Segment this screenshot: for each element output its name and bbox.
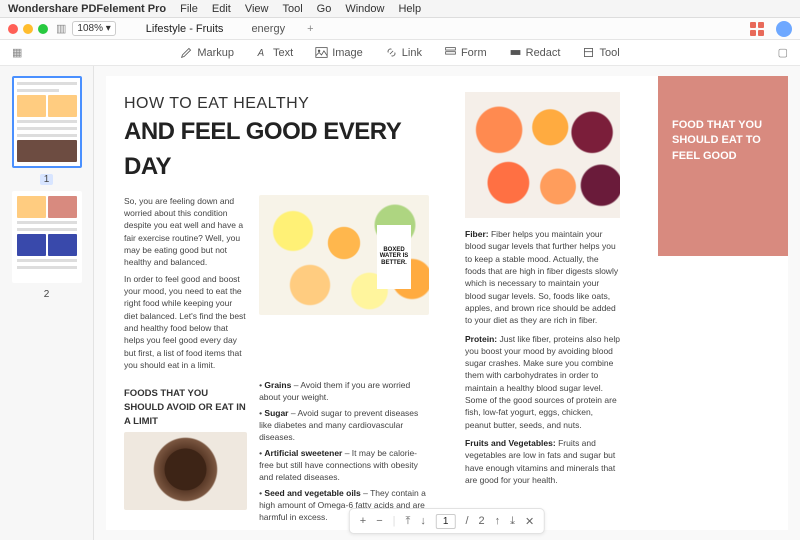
zoom-out-button[interactable]: − (376, 515, 382, 527)
window-titlebar: ▥ 108% ▾ Lifestyle - Fruits energy + (0, 18, 800, 40)
tool-link[interactable]: Link (385, 46, 422, 59)
window-controls (8, 24, 48, 34)
tool-redact[interactable]: Redact (509, 46, 561, 59)
user-avatar[interactable] (776, 21, 792, 37)
prev-page-button[interactable]: ↓ (420, 515, 426, 527)
total-pages: 2 (479, 515, 485, 527)
page2-pink-callout: FOOD THAT YOU SHOULD EAT TO FEEL GOOD (658, 76, 788, 256)
paragraph-fiber: Fiber: Fiber helps you maintain your blo… (465, 228, 620, 327)
maximize-icon[interactable] (38, 24, 48, 34)
close-icon[interactable] (8, 24, 18, 34)
apps-grid-icon[interactable] (750, 22, 764, 36)
menu-window[interactable]: Window (345, 3, 384, 15)
page-navigation-bar: + − | ⤒ ↓ 1 / 2 ↑ ⤓ ✕ (349, 508, 545, 534)
bullet-grains: • Grains – Avoid them if you are worried… (259, 379, 429, 404)
page1-intro1: So, you are feeling down and worried abo… (124, 195, 247, 269)
page-thumb-1[interactable] (12, 76, 82, 168)
menu-view[interactable]: View (245, 3, 269, 15)
last-page-button[interactable]: ⤓ (510, 515, 515, 528)
svg-text:A: A (257, 48, 265, 59)
zoom-in-button[interactable]: + (360, 515, 366, 527)
page-thumb-2[interactable] (12, 191, 82, 283)
citrus-image: BOXED WATER IS BETTER. (259, 195, 429, 315)
document-viewport[interactable]: HOW TO EAT HEALTHY AND FEEL GOOD EVERY D… (94, 66, 800, 540)
page-sep: / (465, 515, 468, 527)
menu-help[interactable]: Help (398, 3, 421, 15)
bullet-sugar: • Sugar – Avoid sugar to prevent disease… (259, 407, 429, 444)
zoom-select[interactable]: 108% ▾ (72, 21, 115, 36)
page1-kicker: HOW TO EAT HEALTHY (124, 92, 429, 115)
first-page-button[interactable]: ⤒ (406, 515, 411, 528)
tab-energy[interactable]: energy (245, 21, 291, 37)
menu-go[interactable]: Go (317, 3, 332, 15)
coffee-image (124, 432, 247, 510)
tool-tool[interactable]: Tool (582, 46, 619, 59)
page-number-2: 2 (40, 289, 54, 300)
tool-markup[interactable]: Markup (180, 46, 234, 59)
next-page-button[interactable]: ↑ (495, 515, 501, 527)
editor-toolbar: ▦ Markup AText Image Link Form Redact To… (0, 40, 800, 66)
tool-image[interactable]: Image (315, 46, 363, 59)
thumbnails-icon[interactable]: ▦ (12, 46, 22, 59)
thumbnail-sidebar: 1 2 (0, 66, 94, 540)
close-pager-button[interactable]: ✕ (525, 515, 534, 528)
document-tabs: Lifestyle - Fruits energy + (140, 21, 314, 37)
current-page-input[interactable]: 1 (436, 514, 456, 529)
page-number-1: 1 (40, 174, 54, 185)
paragraph-protein: Protein: Just like fiber, proteins also … (465, 333, 620, 432)
page-1: HOW TO EAT HEALTHY AND FEEL GOOD EVERY D… (106, 76, 447, 530)
menu-edit[interactable]: Edit (212, 3, 231, 15)
sidebar-toggle-icon[interactable]: ▥ (56, 22, 66, 35)
macos-menubar: Wondershare PDFelement Pro File Edit Vie… (0, 0, 800, 18)
menu-file[interactable]: File (180, 3, 198, 15)
bullet-artificial-sweetener: • Artificial sweetener – It may be calor… (259, 447, 429, 484)
panel-toggle-icon[interactable]: ▢ (778, 46, 788, 59)
page1-subhead-avoid: FOODS THAT YOU SHOULD AVOID OR EAT IN A … (124, 387, 247, 428)
tool-text[interactable]: AText (256, 46, 293, 59)
tab-lifestyle-fruits[interactable]: Lifestyle - Fruits (140, 21, 230, 37)
minimize-icon[interactable] (23, 24, 33, 34)
boxed-water-label: BOXED WATER IS BETTER. (377, 225, 411, 289)
tool-form[interactable]: Form (444, 46, 487, 59)
page1-title: AND FEEL GOOD EVERY DAY (124, 115, 429, 185)
app-name: Wondershare PDFelement Pro (8, 3, 166, 15)
menu-tool[interactable]: Tool (282, 3, 302, 15)
add-tab-button[interactable]: + (307, 23, 313, 35)
paragraph-fruits-veg: Fruits and Vegetables: Fruits and vegeta… (465, 437, 620, 486)
page-2: FOOD THAT YOU SHOULD EAT TO FEEL GOOD Fi… (447, 76, 788, 530)
grapefruit-image (465, 92, 620, 218)
page1-intro2: In order to feel good and boost your moo… (124, 273, 247, 372)
